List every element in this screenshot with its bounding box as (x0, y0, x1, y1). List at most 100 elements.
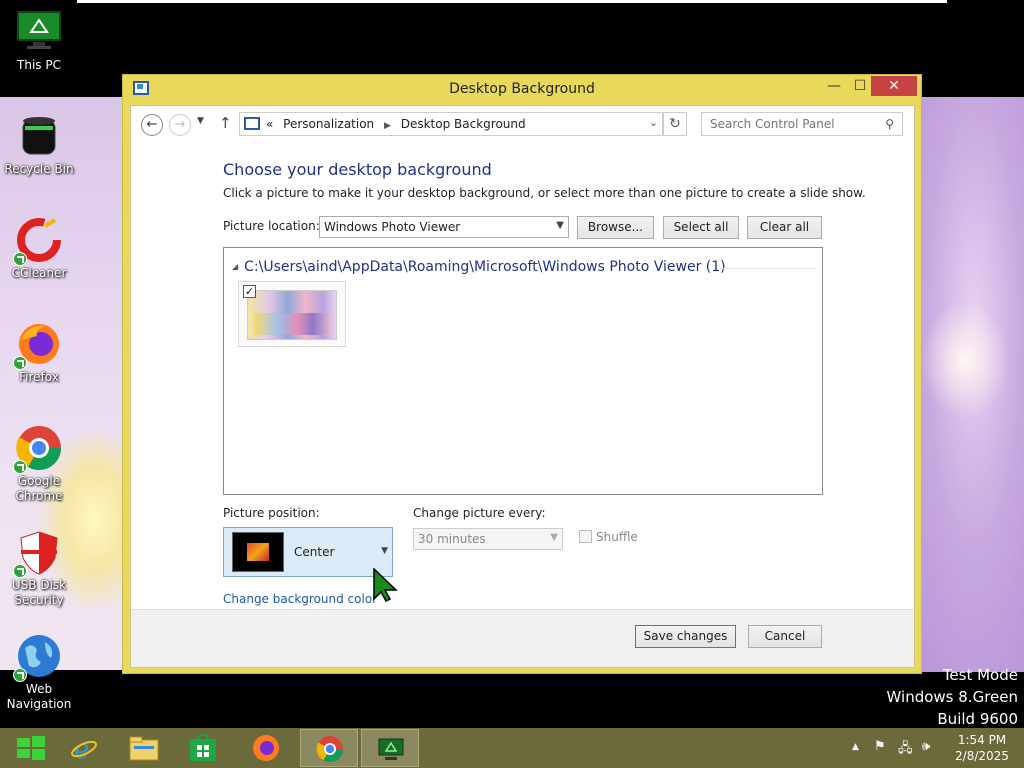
action-center-flag-icon[interactable]: ⚑ (874, 739, 886, 754)
taskbar-chrome[interactable] (300, 729, 358, 767)
forward-button[interactable]: → (169, 114, 191, 136)
shuffle-checkbox[interactable]: Shuffle (579, 530, 638, 544)
page-title: Choose your desktop background (223, 160, 492, 179)
change-background-color-link[interactable]: Change background color (223, 592, 377, 606)
taskbar-internet-explorer[interactable]: e (55, 729, 113, 767)
desktop-icon-firefox[interactable]: Firefox (0, 320, 78, 385)
shortcut-arrow-icon (13, 252, 27, 266)
shield-icon (13, 528, 63, 578)
search-input[interactable] (710, 114, 880, 134)
desktop-icon-chrome[interactable]: Google Chrome (0, 424, 78, 504)
up-button[interactable]: ↑ (219, 114, 232, 132)
folder-path: C:\Users\aind\AppData\Roaming\Microsoft\… (244, 259, 726, 275)
save-changes-button[interactable]: Save changes (635, 625, 736, 648)
taskbar-file-explorer[interactable] (114, 729, 172, 767)
cancel-button[interactable]: Cancel (748, 625, 822, 648)
select-all-button[interactable]: Select all (663, 216, 739, 239)
desktop-icon-ccleaner[interactable]: CCleaner (0, 216, 78, 281)
globe-icon (13, 632, 63, 682)
watermark-line: Windows 8.Green (886, 688, 1018, 706)
chrome-icon (13, 424, 63, 474)
change-picture-every-select[interactable]: 30 minutes ▼ (413, 528, 563, 550)
desktop-icon-label: USB Disk Security (11, 578, 67, 607)
breadcrumb-overflow[interactable]: « (266, 117, 273, 131)
taskbar-desktop-app[interactable] (361, 729, 419, 767)
monitor-icon (15, 8, 63, 56)
title-bar[interactable]: Desktop Background — ☐ ✕ (123, 75, 921, 103)
windows-logo-icon (15, 734, 45, 762)
shortcut-arrow-icon (13, 564, 27, 578)
breadcrumb: « Personalization ▶ Desktop Background (266, 117, 526, 131)
browse-button[interactable]: Browse... (577, 216, 654, 239)
internet-explorer-icon: e (70, 734, 98, 765)
shuffle-label: Shuffle (596, 530, 638, 544)
picture-location-value: Windows Photo Viewer (324, 220, 461, 234)
back-button[interactable]: ← (141, 114, 163, 136)
maximize-button[interactable]: ☐ (847, 76, 873, 96)
desktop-icon-label: Firefox (19, 370, 59, 384)
desktop-icon-label: Recycle Bin (4, 162, 74, 176)
picture-thumbnail[interactable]: ✓ (238, 281, 346, 347)
control-panel-icon (244, 117, 260, 130)
desktop-icon-label: Google Chrome (15, 474, 63, 503)
picture-position-select[interactable]: Center ▼ (223, 527, 393, 577)
monitor-icon (377, 735, 405, 763)
page-description: Click a picture to make it your desktop … (223, 186, 866, 200)
window-edge (77, 0, 947, 3)
search-box[interactable]: ⚲ (701, 112, 903, 136)
folder-icon (129, 734, 159, 762)
folder-group-header[interactable]: ◢ C:\Users\aind\AppData\Roaming\Microsoft… (232, 259, 726, 275)
desktop-icon-this-pc[interactable]: This PC (0, 8, 78, 73)
picture-gallery[interactable]: ◢ C:\Users\aind\AppData\Roaming\Microsoft… (223, 247, 823, 495)
breadcrumb-item-personalization[interactable]: Personalization (283, 117, 374, 131)
navigation-bar: ← → ▼ ↑ « Personalization ▶ Desktop Back… (131, 106, 914, 146)
picture-position-value: Center (294, 545, 335, 559)
shortcut-arrow-icon (13, 668, 27, 682)
shortcut-arrow-icon (13, 460, 27, 474)
taskbar-firefox[interactable] (237, 729, 295, 767)
ccleaner-icon (13, 216, 63, 266)
desktop-icon-label: Web Navigation (6, 682, 72, 711)
clear-all-button[interactable]: Clear all (747, 216, 822, 239)
picture-position-label: Picture position: (223, 506, 320, 520)
taskbar-store[interactable] (174, 729, 232, 767)
breadcrumb-separator-icon[interactable]: ▶ (384, 121, 391, 131)
volume-icon[interactable]: 🕪 (922, 739, 930, 754)
desktop-icon-web-navigation[interactable]: Web Navigation (0, 632, 78, 712)
desktop-background-window: Desktop Background — ☐ ✕ ← → ▼ ↑ « Perso… (122, 74, 922, 674)
recent-pages-dropdown-icon[interactable]: ▼ (197, 116, 204, 126)
shortcut-arrow-icon (13, 356, 27, 370)
chevron-down-icon: ▼ (381, 546, 388, 556)
search-icon[interactable]: ⚲ (885, 117, 894, 131)
minimize-button[interactable]: — (821, 76, 847, 96)
desktop-icon-usb-disk-security[interactable]: USB Disk Security (0, 528, 78, 608)
system-clock[interactable]: 1:54 PM 2/8/2025 (952, 732, 1012, 764)
picture-location-select[interactable]: Windows Photo Viewer ▼ (319, 216, 569, 238)
thumbnail-checkbox[interactable]: ✓ (243, 285, 256, 298)
firefox-icon (252, 734, 280, 762)
show-hidden-icons-icon[interactable]: ▲ (852, 742, 859, 752)
desktop-icon-recycle-bin[interactable]: Recycle Bin (0, 112, 78, 177)
address-dropdown-icon[interactable]: ⌄ (649, 116, 658, 129)
breadcrumb-item-desktop-background[interactable]: Desktop Background (401, 117, 526, 131)
window-title: Desktop Background (449, 81, 595, 97)
store-icon (189, 733, 217, 762)
desktop-icon-label: This PC (17, 58, 61, 72)
chevron-down-icon: ▼ (556, 220, 564, 231)
watermark-line: Build 9600 (937, 710, 1018, 728)
position-preview-image (232, 532, 284, 572)
clock-date: 2/8/2025 (955, 749, 1009, 763)
start-button[interactable] (0, 729, 58, 767)
collapse-icon[interactable]: ◢ (232, 262, 238, 271)
wallpaper-thumbnail-image (247, 290, 337, 340)
recycle-bin-icon (15, 112, 63, 160)
refresh-button[interactable]: ↻ (663, 112, 687, 136)
picture-location-label: Picture location: (223, 219, 320, 233)
close-button[interactable]: ✕ (871, 76, 917, 96)
change-picture-every-label: Change picture every: (413, 506, 546, 520)
chrome-icon (316, 735, 344, 763)
network-icon[interactable]: 🖧 (898, 739, 913, 761)
checkbox-box[interactable] (579, 530, 592, 543)
group-divider (720, 268, 816, 269)
address-bar[interactable]: « Personalization ▶ Desktop Background ⌄ (239, 112, 663, 136)
